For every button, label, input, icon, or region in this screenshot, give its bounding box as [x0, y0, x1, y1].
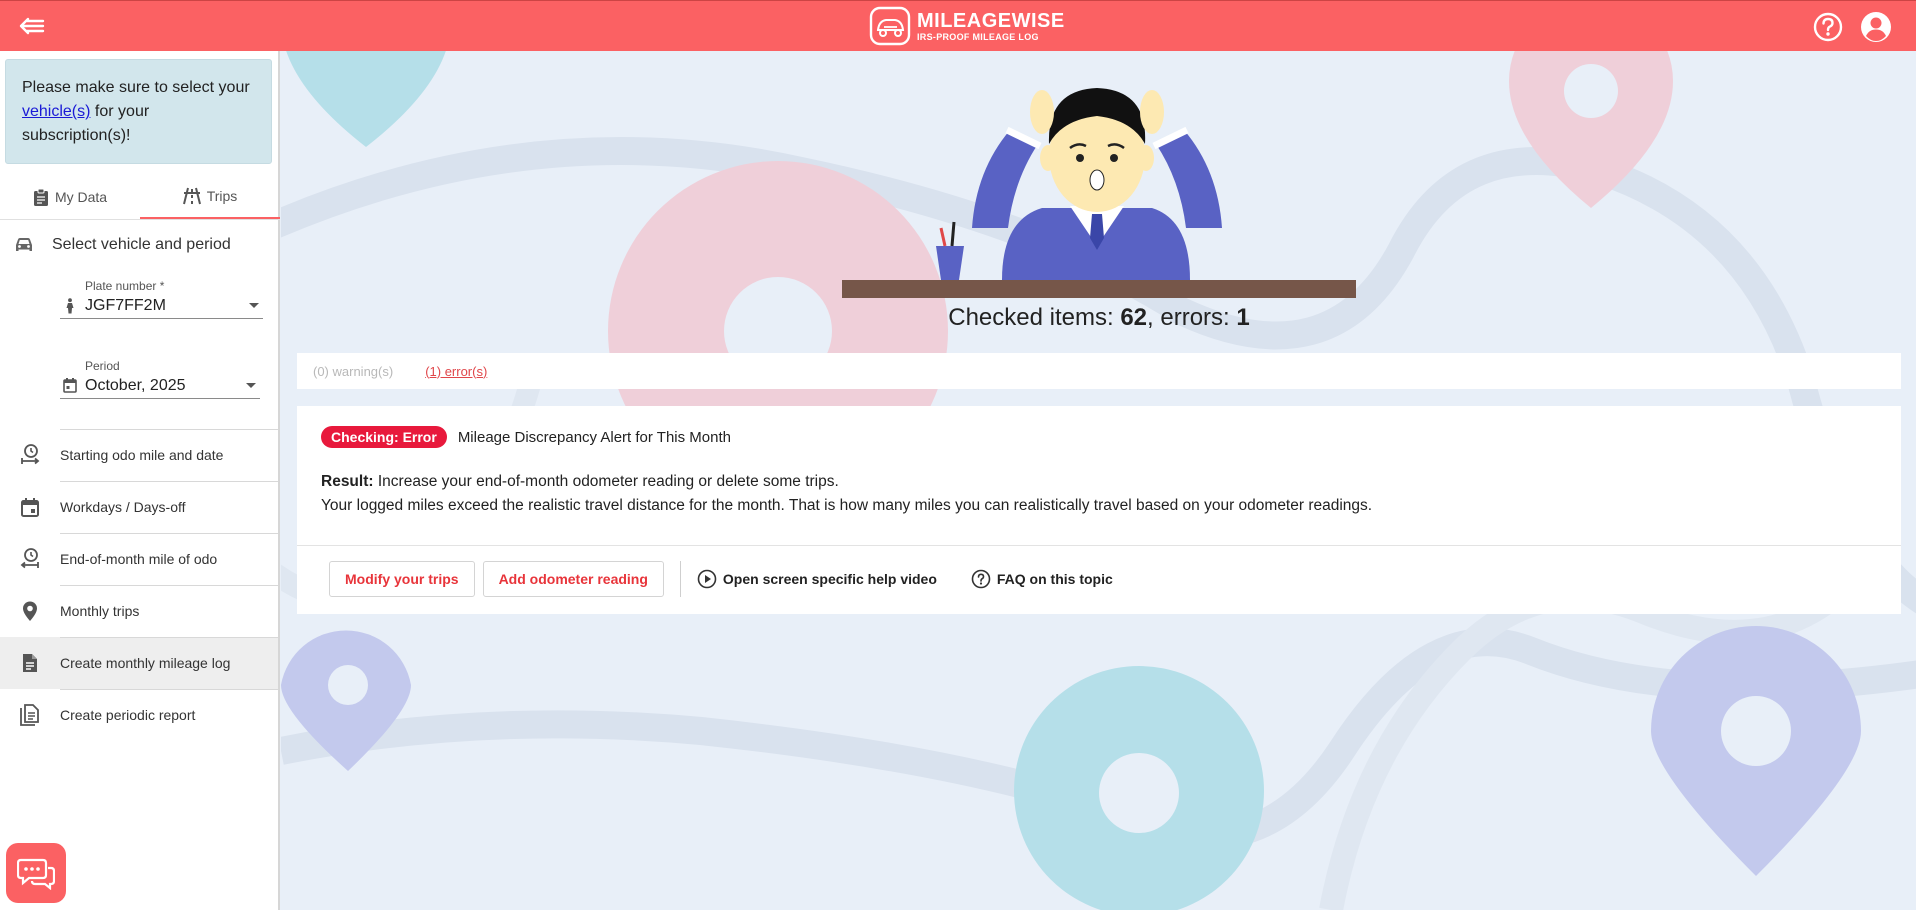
app-logo[interactable]: MILEAGEWISE IRS-PROOF MILEAGE LOG — [869, 6, 1065, 46]
menu-end-of-month-odo-label: End-of-month mile of odo — [60, 551, 218, 567]
person-icon — [66, 297, 74, 313]
calendar-small-icon — [63, 378, 77, 393]
card-actions: Modify your trips Add odometer reading O… — [329, 561, 1147, 597]
account-icon — [1861, 12, 1891, 42]
chat-icon — [17, 858, 55, 890]
checked-summary: Checked items: 62, errors: 1 — [842, 304, 1356, 332]
menu-starting-odo-label: Starting odo mile and date — [60, 447, 224, 463]
tab-my-data-label: My Data — [54, 189, 108, 205]
checked-items-count: 62 — [1120, 304, 1148, 331]
modify-trips-button[interactable]: Modify your trips — [329, 561, 475, 597]
tab-trips-label: Trips — [206, 188, 238, 204]
checked-mid: , errors: — [1147, 304, 1237, 331]
chat-button[interactable] — [6, 843, 66, 903]
faq-link[interactable]: FAQ on this topic — [971, 569, 1113, 589]
logo-subtitle: IRS-PROOF MILEAGE LOG — [917, 31, 1039, 42]
result-detail: Your logged miles exceed the realistic t… — [321, 497, 1373, 514]
odometer-end-icon — [20, 548, 39, 569]
clipboard-icon — [33, 188, 48, 206]
menu-create-periodic-report-label: Create periodic report — [60, 707, 196, 723]
logo-title: MILEAGEWISE — [917, 9, 1065, 32]
document-icon — [23, 654, 37, 672]
vehicle-notice: Please make sure to select your vehicle(… — [5, 59, 272, 164]
arrow-back-icon — [19, 17, 45, 35]
chevron-down-icon — [249, 303, 259, 308]
result-filter-bar: (0) warning(s) (1) error(s) — [297, 353, 1901, 389]
logo-icon — [869, 6, 911, 46]
worried-man-illustration — [842, 88, 1356, 298]
result-label: Result: — [321, 473, 374, 490]
help-video-label: Open screen specific help video — [722, 571, 937, 587]
notice-prefix: Please make sure to select your — [22, 79, 250, 96]
workflow-menu: Starting odo mile and date Workdays / Da… — [0, 429, 278, 741]
menu-create-monthly-log-label: Create monthly mileage log — [60, 655, 231, 671]
result-instruction: Increase your end-of-month odometer read… — [377, 473, 839, 490]
menu-monthly-trips[interactable]: Monthly trips — [0, 585, 278, 637]
plate-number-field[interactable]: Plate number * JGF7FF2M — [60, 279, 263, 319]
calendar-icon — [21, 497, 39, 517]
card-divider — [297, 545, 1901, 546]
faq-label: FAQ on this topic — [996, 571, 1113, 587]
sidebar: Please make sure to select your vehicle(… — [0, 51, 280, 910]
tab-trips[interactable]: Trips — [140, 175, 280, 219]
errors-filter[interactable]: (1) error(s) — [425, 364, 487, 379]
select-vehicle-section: Select vehicle and period — [14, 236, 231, 254]
tabs-divider — [0, 219, 280, 220]
menu-create-periodic-report[interactable]: Create periodic report — [0, 689, 278, 741]
menu-workdays-label: Workdays / Days-off — [60, 499, 186, 515]
help-button[interactable] — [1812, 11, 1844, 43]
period-field[interactable]: Period October, 2025 — [60, 359, 260, 399]
error-title: Mileage Discrepancy Alert for This Month — [457, 428, 731, 446]
menu-workdays[interactable]: Workdays / Days-off — [0, 481, 278, 533]
help-circle-icon — [971, 569, 991, 589]
help-icon — [1813, 12, 1843, 42]
road-icon — [182, 187, 201, 205]
back-button[interactable] — [18, 13, 46, 39]
car-icon — [16, 238, 32, 251]
errors-count: 1 — [1236, 304, 1250, 331]
location-pin-icon — [23, 601, 37, 621]
status-badge: Checking: Error — [321, 426, 447, 448]
tab-my-data[interactable]: My Data — [0, 175, 140, 219]
period-value: October, 2025 — [85, 376, 186, 394]
plate-number-value: JGF7FF2M — [85, 296, 166, 314]
odometer-start-icon — [21, 444, 40, 465]
add-odometer-reading-button[interactable]: Add odometer reading — [482, 561, 664, 597]
top-bar: MILEAGEWISE IRS-PROOF MILEAGE LOG — [0, 0, 1916, 51]
help-video-link[interactable]: Open screen specific help video — [697, 569, 937, 589]
chevron-down-icon — [246, 383, 256, 388]
section-title: Select vehicle and period — [52, 236, 231, 253]
menu-starting-odo[interactable]: Starting odo mile and date — [0, 429, 278, 481]
menu-create-monthly-log[interactable]: Create monthly mileage log — [0, 637, 278, 689]
plate-number-label: Plate number * — [85, 279, 165, 293]
actions-divider — [679, 561, 681, 597]
result-text: Result: Increase your end-of-month odome… — [321, 470, 1372, 518]
checked-prefix: Checked items: — [948, 304, 1121, 331]
warnings-filter[interactable]: (0) warning(s) — [313, 364, 393, 379]
sidebar-tabs: My Data Trips — [0, 175, 280, 219]
error-card: Checking: Error Mileage Discrepancy Aler… — [297, 406, 1901, 614]
menu-end-of-month-odo[interactable]: End-of-month mile of odo — [0, 533, 278, 585]
period-label: Period — [85, 359, 120, 373]
play-circle-icon — [697, 569, 717, 589]
account-button[interactable] — [1860, 11, 1892, 43]
documents-icon — [20, 704, 39, 726]
vehicles-link[interactable]: vehicle(s) — [22, 103, 90, 120]
menu-monthly-trips-label: Monthly trips — [60, 603, 140, 619]
